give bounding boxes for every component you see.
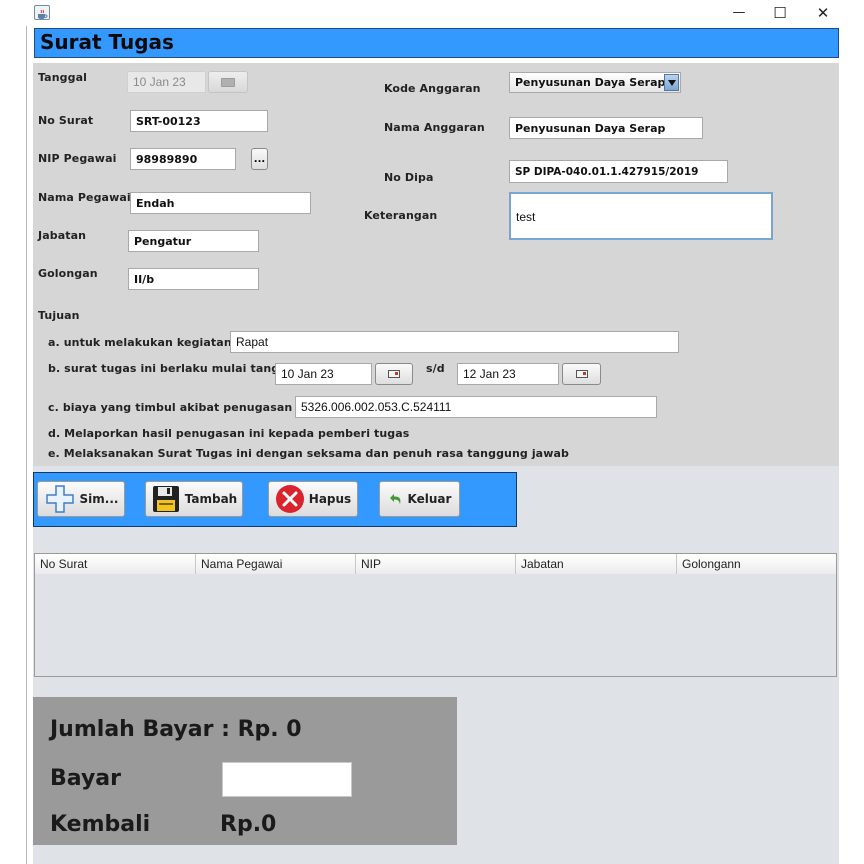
delete-x-icon bbox=[275, 485, 304, 513]
kode-anggaran-label: Kode Anggaran bbox=[384, 82, 481, 95]
tujuan-b-label: b. surat tugas ini berlaku mulai tanggal… bbox=[48, 362, 308, 375]
maximize-button[interactable]: ☐ bbox=[769, 3, 791, 23]
tujuan-sd-label: s/d bbox=[426, 362, 445, 375]
undo-arrow-icon bbox=[389, 494, 400, 504]
hapus-label: Hapus bbox=[308, 492, 352, 506]
nama-pegawai-field[interactable]: Endah bbox=[130, 192, 311, 214]
toolbar-side-panel bbox=[517, 466, 839, 527]
tambah-label: Tambah bbox=[184, 492, 238, 506]
calendar-icon bbox=[575, 370, 588, 378]
hapus-button[interactable]: Hapus bbox=[268, 481, 358, 517]
tujuan-c-field[interactable]: 5326.006.002.053.C.524111 bbox=[295, 396, 657, 418]
column-header-no-surat[interactable]: No Surat bbox=[35, 554, 196, 574]
calendar-icon bbox=[221, 77, 235, 87]
kode-anggaran-select[interactable]: Penyusunan Daya Serap bbox=[509, 72, 681, 93]
kembali-label: Kembali bbox=[50, 812, 151, 837]
header-banner: Surat Tugas bbox=[34, 28, 839, 58]
close-button[interactable]: ✕ bbox=[812, 3, 834, 23]
toolbar-under-panel bbox=[33, 466, 517, 472]
plus-icon bbox=[45, 485, 74, 513]
tanggal-label: Tanggal bbox=[38, 71, 87, 84]
jabatan-field[interactable]: Pengatur bbox=[128, 230, 259, 252]
simpan-button[interactable]: Sim... bbox=[37, 481, 125, 517]
tambah-button[interactable]: Tambah bbox=[145, 481, 243, 517]
window-left-border bbox=[26, 26, 27, 864]
floppy-disk-icon bbox=[152, 486, 179, 512]
golongan-label: Golongan bbox=[38, 267, 98, 280]
keterangan-textarea[interactable]: test bbox=[509, 192, 773, 240]
no-dipa-label: No Dipa bbox=[384, 171, 434, 184]
golongan-field[interactable]: II/b bbox=[128, 268, 259, 290]
nama-pegawai-label: Nama Pegawai bbox=[38, 191, 131, 204]
minimize-button[interactable]: — bbox=[728, 3, 750, 23]
keluar-label: Keluar bbox=[407, 492, 452, 506]
keterangan-label: Keterangan bbox=[364, 209, 438, 222]
nip-field[interactable]: 98989890 bbox=[130, 148, 236, 170]
tujuan-e-text: e. Melaksanakan Surat Tugas ini dengan s… bbox=[48, 447, 569, 460]
application-window: — ☐ ✕ Surat Tugas Tanggal 10 Jan 23 No S… bbox=[0, 0, 864, 864]
jabatan-label: Jabatan bbox=[38, 229, 87, 242]
no-dipa-field[interactable]: SP DIPA-040.01.1.427915/2019 bbox=[509, 160, 728, 183]
chevron-down-icon[interactable] bbox=[664, 74, 679, 91]
tujuan-b-to-field[interactable]: 12 Jan 23 bbox=[457, 363, 559, 385]
calendar-icon bbox=[388, 370, 400, 378]
java-cup-icon bbox=[34, 5, 50, 20]
nip-browse-button[interactable]: ... bbox=[251, 148, 268, 170]
no-surat-field[interactable]: SRT-00123 bbox=[130, 110, 268, 132]
tujuan-a-label: a. untuk melakukan kegiatan : bbox=[48, 336, 241, 349]
column-header-golongan[interactable]: Golongann bbox=[677, 554, 836, 574]
bayar-label: Bayar bbox=[50, 766, 121, 791]
table-header: No Surat Nama Pegawai NIP Jabatan Golong… bbox=[35, 554, 836, 574]
nama-anggaran-field[interactable]: Penyusunan Daya Serap bbox=[509, 117, 703, 139]
no-surat-label: No Surat bbox=[38, 114, 94, 127]
tujuan-b-from-calendar-button[interactable] bbox=[375, 363, 413, 385]
tujuan-d-text: d. Melaporkan hasil penugasan ini kepada… bbox=[48, 427, 410, 440]
keterangan-value: test bbox=[516, 210, 536, 224]
simpan-label: Sim... bbox=[79, 492, 119, 506]
tanggal-calendar-button bbox=[208, 71, 248, 93]
data-table[interactable]: No Surat Nama Pegawai NIP Jabatan Golong… bbox=[34, 553, 837, 677]
column-header-nama-pegawai[interactable]: Nama Pegawai bbox=[196, 554, 356, 574]
keluar-button[interactable]: Keluar bbox=[379, 481, 460, 517]
tujuan-b-from-field[interactable]: 10 Jan 23 bbox=[275, 363, 372, 385]
column-header-nip[interactable]: NIP bbox=[356, 554, 516, 574]
nama-anggaran-label: Nama Anggaran bbox=[384, 121, 485, 134]
tujuan-heading: Tujuan bbox=[38, 309, 80, 322]
title-bar: — ☐ ✕ bbox=[0, 0, 864, 26]
tanggal-field: 10 Jan 23 bbox=[127, 71, 206, 93]
kode-anggaran-value: Penyusunan Daya Serap bbox=[515, 76, 666, 89]
page-title: Surat Tugas bbox=[40, 30, 174, 54]
tujuan-c-label: c. biaya yang timbul akibat penugasan in… bbox=[48, 401, 321, 414]
column-header-jabatan[interactable]: Jabatan bbox=[516, 554, 677, 574]
tujuan-a-field[interactable]: Rapat bbox=[230, 331, 679, 353]
tujuan-b-to-calendar-button[interactable] bbox=[562, 363, 601, 385]
bayar-input[interactable] bbox=[222, 762, 352, 797]
jumlah-bayar-text: Jumlah Bayar : Rp. 0 bbox=[50, 717, 302, 742]
kembali-value: Rp.0 bbox=[220, 812, 277, 837]
nip-label: NIP Pegawai bbox=[38, 152, 117, 165]
